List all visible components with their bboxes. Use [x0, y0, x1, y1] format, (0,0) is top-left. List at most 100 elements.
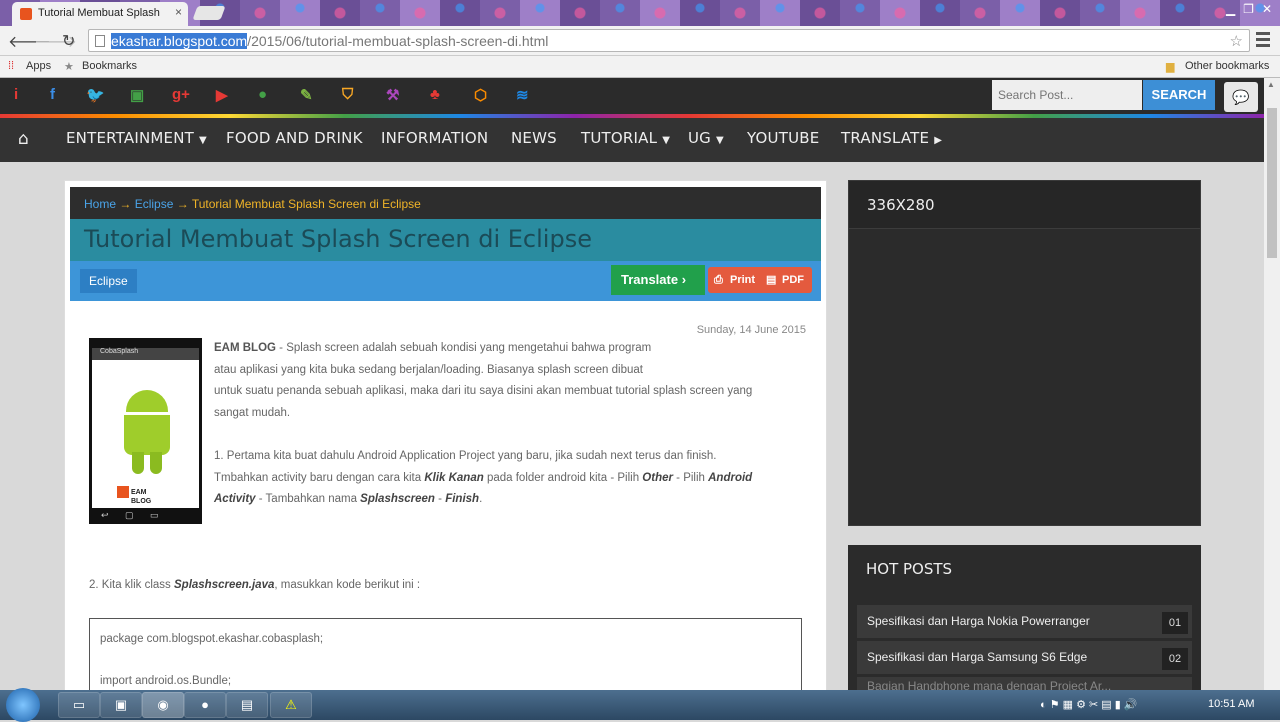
- chevron-down-icon: ▼: [198, 135, 207, 146]
- nav-ug[interactable]: UG ▼: [688, 129, 724, 147]
- new-tab-button[interactable]: [192, 6, 226, 20]
- phone-nav-keys: ↩ ▢ ▭: [101, 510, 159, 520]
- tab-close-icon[interactable]: ×: [175, 5, 182, 19]
- bookmark-star-icon[interactable]: ☆: [1230, 32, 1243, 50]
- chevron-right-icon: ▶: [934, 135, 943, 146]
- android-icon[interactable]: ●: [258, 86, 267, 103]
- pencil-icon[interactable]: ✎: [300, 86, 313, 104]
- nav-youtube[interactable]: YOUTUBE: [747, 129, 819, 147]
- page-scrollbar[interactable]: ▲: [1264, 78, 1280, 690]
- hammer-icon[interactable]: ⚒: [386, 86, 399, 104]
- bookmark-apps[interactable]: Apps: [26, 60, 51, 72]
- search-button[interactable]: SEARCH: [1143, 80, 1215, 110]
- chevron-down-icon: ▼: [662, 135, 671, 146]
- nav-information[interactable]: INFORMATION: [381, 129, 488, 147]
- nav-translate[interactable]: TRANSLATE ▶: [841, 129, 942, 147]
- html5-icon[interactable]: ⬡: [474, 86, 487, 104]
- intro-paragraph: EAM BLOG - Splash screen adalah sebuah k…: [214, 342, 753, 419]
- hot-post-rank: 02: [1162, 648, 1188, 670]
- breadcrumb-category[interactable]: Eclipse: [135, 197, 174, 211]
- notepad-icon[interactable]: ▤: [226, 692, 268, 718]
- css3-icon[interactable]: ≋: [516, 86, 529, 104]
- post-action-bar: Eclipse Translate › ⎙ Print ▤ PDF: [70, 261, 821, 301]
- windows-taskbar: ▭ ▣ ◉ ● ▤ ⚠ ◐ ⚑ ▦ ⚙ ✂ ▤ ▮ 🔊 10:51 AM: [0, 688, 1280, 722]
- scroll-up-icon: ▲: [1267, 80, 1275, 89]
- close-window-icon[interactable]: ✕: [1262, 2, 1272, 16]
- tab-title: Tutorial Membuat Splash: [38, 7, 160, 19]
- breadcrumb-home[interactable]: Home: [84, 197, 116, 211]
- youtube-icon[interactable]: ▶: [216, 86, 228, 104]
- media-icon[interactable]: ▣: [100, 692, 142, 718]
- twitter-icon[interactable]: 🐦: [86, 86, 105, 104]
- warning-app-icon[interactable]: ⚠: [270, 692, 312, 718]
- main-nav: ⌂ ENTERTAINMENT ▼ FOOD AND DRINK INFORMAT…: [0, 118, 1264, 162]
- breadcrumb-current: Tutorial Membuat Splash Screen di Eclips…: [191, 197, 421, 211]
- breadcrumb: Home → Eclipse → Tutorial Membuat Splash…: [70, 187, 821, 219]
- translate-button[interactable]: Translate ›: [611, 265, 705, 295]
- printer-icon: ⎙: [714, 274, 723, 286]
- apps-grid-icon[interactable]: ⁞⁞: [8, 60, 14, 72]
- hot-posts-title: HOT POSTS: [866, 560, 953, 578]
- nav-entertainment[interactable]: ENTERTAINMENT ▼: [66, 129, 207, 147]
- hot-posts-widget: HOT POSTS Spesifikasi dan Harga Nokia Po…: [848, 545, 1201, 705]
- code-line: import android.os.Bundle;: [100, 675, 232, 687]
- hot-post-rank: 01: [1162, 612, 1188, 634]
- nav-food-and-drink[interactable]: FOOD AND DRINK: [226, 129, 363, 147]
- home-icon[interactable]: ⌂: [18, 129, 29, 149]
- hot-post-item[interactable]: Bagian Handphone mana dengan Project Ar.…: [857, 677, 1192, 690]
- chrome-menu-icon[interactable]: [1256, 32, 1270, 48]
- blogger-favicon-icon: [20, 8, 32, 20]
- start-button-icon[interactable]: [6, 688, 40, 722]
- ad-widget-title: 336X280: [849, 181, 1200, 229]
- reload-icon[interactable]: ↻: [62, 31, 75, 51]
- bookmark-bookmarks[interactable]: Bookmarks: [82, 60, 137, 72]
- folder-icon: ▆: [1166, 61, 1175, 73]
- search-input[interactable]: [992, 80, 1142, 110]
- chevron-right-icon: ›: [681, 272, 687, 287]
- firefox-icon[interactable]: ●: [184, 692, 226, 718]
- eam-blog-logo: EAM BLOG: [117, 486, 173, 508]
- bookmark-other[interactable]: Other bookmarks: [1185, 60, 1269, 72]
- app-title-bar: CobaSplash: [92, 348, 199, 360]
- googleplus-icon[interactable]: g+: [172, 86, 190, 103]
- browser-tab[interactable]: Tutorial Membuat Splash ×: [12, 2, 188, 26]
- window-controls: ▁ ❐ ✕: [1226, 2, 1272, 16]
- page-icon: [95, 35, 105, 47]
- info-icon[interactable]: i: [14, 86, 18, 103]
- label-eclipse[interactable]: Eclipse: [80, 269, 137, 293]
- browser-toolbar: 🡐 🡒 ↻ ekashar.blogspot.com/2015/06/tutor…: [0, 26, 1280, 56]
- chrome-icon[interactable]: ◉: [142, 692, 184, 718]
- nav-tutorial[interactable]: TUTORIAL ▼: [581, 129, 670, 147]
- social-bar: i f 🐦 ▣ g+ ▶ ● ✎ ⛉ ⚒ ♣ ⬡ ≋ SEARCH 💬: [0, 78, 1264, 114]
- code-line: package com.blogspot.ekashar.cobasplash;: [100, 633, 324, 645]
- facebook-icon[interactable]: f: [50, 86, 55, 103]
- bookmarks-bar: ⁞⁞ Apps ★ Bookmarks ▆ Other bookmarks: [0, 56, 1280, 78]
- chevron-down-icon: ▼: [716, 135, 724, 146]
- explorer-icon[interactable]: ▭: [58, 692, 100, 718]
- maximize-icon[interactable]: ❐: [1243, 2, 1254, 16]
- minimize-icon[interactable]: ▁: [1226, 2, 1235, 16]
- taskbar-clock[interactable]: 10:51 AM: [1208, 698, 1254, 710]
- sitemap-icon[interactable]: ♣: [430, 86, 440, 103]
- shield-icon[interactable]: ⛉: [342, 86, 353, 103]
- hot-post-item[interactable]: Spesifikasi dan Harga Nokia Powerranger 0…: [857, 605, 1192, 638]
- hot-post-item[interactable]: Spesifikasi dan Harga Samsung S6 Edge 02: [857, 641, 1192, 674]
- scrollbar-thumb[interactable]: [1267, 108, 1277, 258]
- post-date: Sunday, 14 June 2015: [696, 324, 806, 336]
- post-title: Tutorial Membuat Splash Screen di Eclips…: [70, 219, 821, 261]
- post-card: Home → Eclipse → Tutorial Membuat Splash…: [64, 180, 827, 718]
- star-icon: ★: [64, 61, 74, 73]
- chat-icon[interactable]: 💬: [1224, 82, 1258, 112]
- android-robot-icon: [120, 390, 175, 480]
- step-2-paragraph: 2. Kita klik class Splashscreen.java, ma…: [89, 579, 421, 591]
- url-host: ekashar.blogspot.com: [111, 33, 248, 49]
- browser-titlebar: [0, 0, 1280, 26]
- address-bar[interactable]: ekashar.blogspot.com/2015/06/tutorial-me…: [88, 29, 1250, 52]
- nav-news[interactable]: NEWS: [511, 129, 557, 147]
- android-phone-screenshot: CobaSplash EAM BLOG ↩ ▢ ▭: [89, 338, 202, 524]
- system-tray[interactable]: ◐ ⚑ ▦ ⚙ ✂ ▤ ▮ 🔊: [1040, 698, 1138, 711]
- print-pdf-button[interactable]: ⎙ Print ▤ PDF: [708, 267, 812, 293]
- ad-widget: 336X280: [848, 180, 1201, 526]
- blogger-icon[interactable]: ▣: [130, 86, 144, 104]
